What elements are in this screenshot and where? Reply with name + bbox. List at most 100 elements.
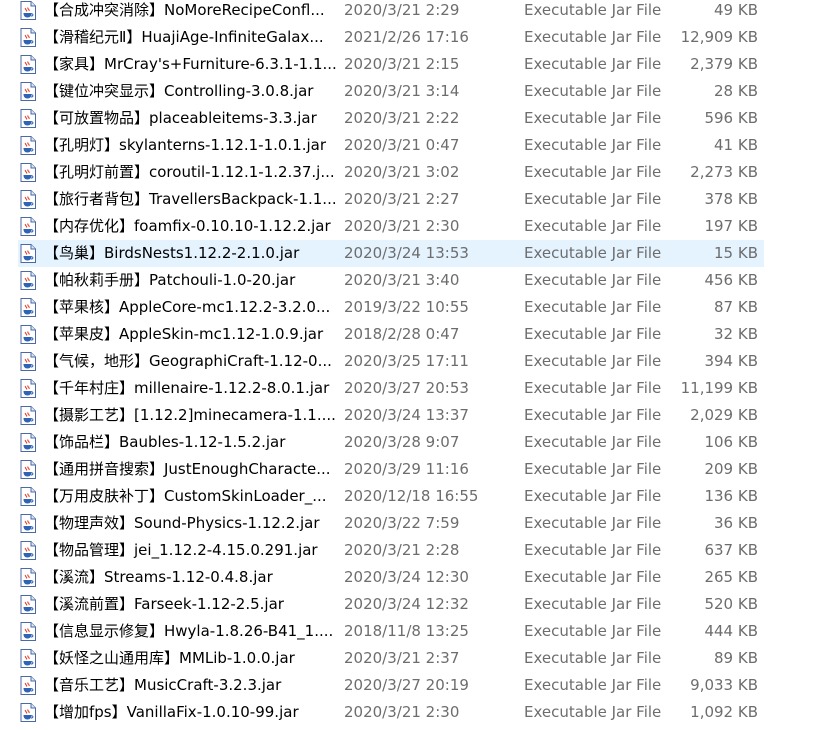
file-name: 【旅行者背包】TravellersBackpack-1.1... <box>44 190 337 208</box>
date-modified: 2020/3/21 3:14 <box>344 82 460 100</box>
date-modified: 2020/12/18 16:55 <box>344 487 479 505</box>
file-row[interactable]: 【摄影工艺】[1.12.2]minecamera-1.1.... 2020/3/… <box>18 402 764 429</box>
file-size: 12,909 KB <box>680 28 758 46</box>
file-name: 【物品管理】jei_1.12.2-4.15.0.291.jar <box>44 541 318 559</box>
date-modified: 2020/3/27 20:19 <box>344 676 469 694</box>
date-modified: 2018/2/28 0:47 <box>344 325 460 343</box>
date-modified: 2020/3/21 2:15 <box>344 55 460 73</box>
file-size: 265 KB <box>704 568 758 586</box>
file-row[interactable]: 【通用拼音搜索】JustEnoughCharacte... 2020/3/29 … <box>18 456 764 483</box>
file-row[interactable]: 【物理声效】Sound-Physics-1.12.2.jar 2020/3/22… <box>18 510 764 537</box>
file-row[interactable]: 【键位冲突显示】Controlling-3.0.8.jar 2020/3/21 … <box>18 78 764 105</box>
java-jar-icon <box>20 82 36 101</box>
file-name: 【鸟巢】BirdsNests1.12.2-2.1.0.jar <box>44 244 300 262</box>
file-name: 【家具】MrCray's+Furniture-6.3.1-1.1... <box>44 55 337 73</box>
file-size: 2,273 KB <box>690 163 758 181</box>
file-row[interactable]: 【溪流】Streams-1.12-0.4.8.jar 2020/3/24 12:… <box>18 564 764 591</box>
file-size: 394 KB <box>704 352 758 370</box>
file-size: 36 KB <box>714 514 758 532</box>
file-row[interactable]: 【妖怪之山通用库】MMLib-1.0.0.jar 2020/3/21 2:37 … <box>18 645 764 672</box>
file-row[interactable]: 【合成冲突消除】NoMoreRecipeConfl... 2020/3/21 2… <box>18 0 764 24</box>
file-row[interactable]: 【孔明灯】skylanterns-1.12.1-1.0.1.jar 2020/3… <box>18 132 764 159</box>
java-jar-icon <box>20 136 36 155</box>
file-size: 2,029 KB <box>690 406 758 424</box>
date-modified: 2020/3/24 12:32 <box>344 595 469 613</box>
java-jar-icon <box>20 433 36 452</box>
date-modified: 2018/11/8 13:25 <box>344 622 469 640</box>
file-name: 【饰品栏】Baubles-1.12-1.5.2.jar <box>44 433 286 451</box>
file-name: 【音乐工艺】MusicCraft-3.2.3.jar <box>44 676 282 694</box>
file-name: 【妖怪之山通用库】MMLib-1.0.0.jar <box>44 649 295 667</box>
date-modified: 2020/3/22 7:59 <box>344 514 460 532</box>
file-size: 32 KB <box>714 325 758 343</box>
java-jar-icon <box>20 352 36 371</box>
date-modified: 2020/3/21 2:30 <box>344 703 460 721</box>
file-row[interactable]: 【气候，地形】GeographiCraft-1.12-0... 2020/3/2… <box>18 348 764 375</box>
java-jar-icon <box>20 676 36 695</box>
java-jar-icon <box>20 703 36 722</box>
file-size: 15 KB <box>714 244 758 262</box>
file-size: 41 KB <box>714 136 758 154</box>
file-row[interactable]: 【内存优化】foamfix-0.10.10-1.12.2.jar 2020/3/… <box>18 213 764 240</box>
file-size: 637 KB <box>704 541 758 559</box>
file-row[interactable]: 【音乐工艺】MusicCraft-3.2.3.jar 2020/3/27 20:… <box>18 672 764 699</box>
file-name: 【万用皮肤补丁】CustomSkinLoader_... <box>44 487 327 505</box>
file-row[interactable]: 【增加fps】VanillaFix-1.0.10-99.jar 2020/3/2… <box>18 699 764 726</box>
date-modified: 2020/3/27 20:53 <box>344 379 469 397</box>
date-modified: 2020/3/29 11:16 <box>344 460 469 478</box>
date-modified: 2020/3/21 2:30 <box>344 217 460 235</box>
file-name: 【气候，地形】GeographiCraft-1.12-0... <box>44 352 332 370</box>
file-row[interactable]: 【孔明灯前置】coroutil-1.12.1-1.2.37.j... 2020/… <box>18 159 764 186</box>
file-list: 【合成冲突消除】NoMoreRecipeConfl... 2020/3/21 2… <box>18 0 764 726</box>
date-modified: 2020/3/28 9:07 <box>344 433 460 451</box>
file-name: 【增加fps】VanillaFix-1.0.10-99.jar <box>44 703 299 721</box>
date-modified: 2020/3/24 13:53 <box>344 244 469 262</box>
file-size: 28 KB <box>714 82 758 100</box>
file-row[interactable]: 【家具】MrCray's+Furniture-6.3.1-1.1... 2020… <box>18 51 764 78</box>
file-row[interactable]: 【帕秋莉手册】Patchouli-1.0-20.jar 2020/3/21 3:… <box>18 267 764 294</box>
file-name: 【苹果核】AppleCore-mc1.12.2-3.2.0... <box>44 298 331 316</box>
file-name: 【滑稽纪元Ⅱ】HuajiAge-InfiniteGalax... <box>44 28 324 46</box>
file-size: 444 KB <box>704 622 758 640</box>
date-modified: 2020/3/21 2:22 <box>344 109 460 127</box>
file-row[interactable]: 【饰品栏】Baubles-1.12-1.5.2.jar 2020/3/28 9:… <box>18 429 764 456</box>
file-row[interactable]: 【苹果核】AppleCore-mc1.12.2-3.2.0... 2019/3/… <box>18 294 764 321</box>
file-size: 596 KB <box>704 109 758 127</box>
file-size: 136 KB <box>704 487 758 505</box>
date-modified: 2020/3/21 2:27 <box>344 190 460 208</box>
file-row[interactable]: 【千年村庄】millenaire-1.12.2-8.0.1.jar 2020/3… <box>18 375 764 402</box>
date-modified: 2020/3/25 17:11 <box>344 352 469 370</box>
file-name: 【合成冲突消除】NoMoreRecipeConfl... <box>44 1 325 19</box>
file-name: 【孔明灯前置】coroutil-1.12.1-1.2.37.j... <box>44 163 335 181</box>
file-row[interactable]: 【物品管理】jei_1.12.2-4.15.0.291.jar 2020/3/2… <box>18 537 764 564</box>
file-name: 【溪流前置】Farseek-1.12-2.5.jar <box>44 595 284 613</box>
date-modified: 2020/3/24 12:30 <box>344 568 469 586</box>
file-name: 【通用拼音搜索】JustEnoughCharacte... <box>44 460 331 478</box>
java-jar-icon <box>20 28 36 47</box>
java-jar-icon <box>20 1 36 20</box>
java-jar-icon <box>20 244 36 263</box>
java-jar-icon <box>20 460 36 479</box>
file-row[interactable]: 【旅行者背包】TravellersBackpack-1.1... 2020/3/… <box>18 186 764 213</box>
file-row[interactable]: 【万用皮肤补丁】CustomSkinLoader_... 2020/12/18 … <box>18 483 764 510</box>
file-name: 【孔明灯】skylanterns-1.12.1-1.0.1.jar <box>44 136 327 154</box>
java-jar-icon <box>20 379 36 398</box>
file-row[interactable]: 【可放置物品】placeableitems-3.3.jar 2020/3/21 … <box>18 105 764 132</box>
file-name: 【键位冲突显示】Controlling-3.0.8.jar <box>44 82 314 100</box>
java-jar-icon <box>20 163 36 182</box>
file-name: 【苹果皮】AppleSkin-mc1.12-1.0.9.jar <box>44 325 324 343</box>
file-row[interactable]: 【溪流前置】Farseek-1.12-2.5.jar 2020/3/24 12:… <box>18 591 764 618</box>
file-name: 【信息显示修复】Hwyla-1.8.26-B41_1.... <box>44 622 334 640</box>
file-row[interactable]: 【鸟巢】BirdsNests1.12.2-2.1.0.jar 2020/3/24… <box>18 240 764 267</box>
file-row[interactable]: 【信息显示修复】Hwyla-1.8.26-B41_1.... 2018/11/8… <box>18 618 764 645</box>
file-size: 209 KB <box>704 460 758 478</box>
file-name: 【物理声效】Sound-Physics-1.12.2.jar <box>44 514 320 532</box>
java-jar-icon <box>20 568 36 587</box>
file-row[interactable]: 【苹果皮】AppleSkin-mc1.12-1.0.9.jar 2018/2/2… <box>18 321 764 348</box>
file-name: 【溪流】Streams-1.12-0.4.8.jar <box>44 568 273 586</box>
java-jar-icon <box>20 541 36 560</box>
file-size: 520 KB <box>704 595 758 613</box>
java-jar-icon <box>20 514 36 533</box>
date-modified: 2020/3/21 2:29 <box>344 1 460 19</box>
file-row[interactable]: 【滑稽纪元Ⅱ】HuajiAge-InfiniteGalax... 2021/2/… <box>18 24 764 51</box>
